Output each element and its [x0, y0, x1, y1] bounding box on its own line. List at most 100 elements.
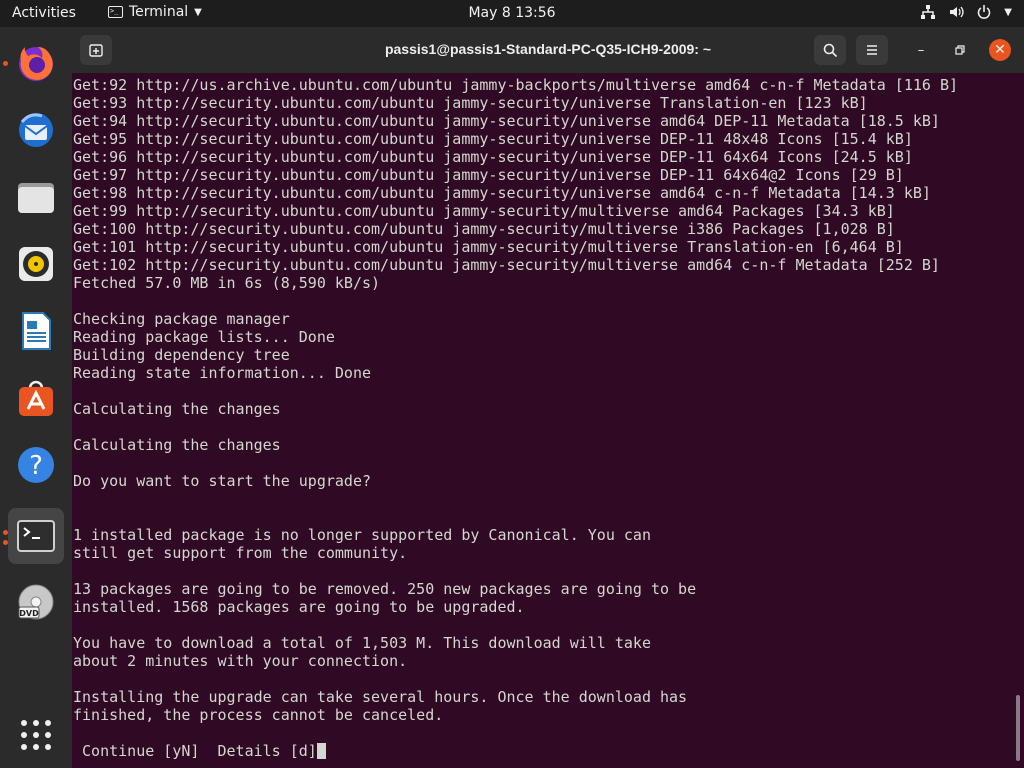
dock-item-writer[interactable] [8, 303, 64, 359]
terminal-line-text: finished, the process cannot be canceled… [73, 706, 444, 724]
terminal-line: Get:99 http://security.ubuntu.com/ubuntu… [73, 202, 1003, 220]
close-icon: ✕ [994, 42, 1006, 58]
svg-text:DVD: DVD [19, 609, 39, 618]
terminal-icon [17, 520, 55, 552]
terminal-line-text: about 2 minutes with your connection. [73, 652, 408, 670]
terminal-line-text: installed. 1568 packages are going to be… [73, 598, 525, 616]
terminal-line-text: Do you want to start the upgrade? [73, 472, 372, 490]
terminal-window: passis1@passis1-Standard-PC-Q35-ICH9-200… [72, 27, 1024, 768]
terminal-line: Building dependency tree [73, 346, 1003, 364]
terminal-line: Get:101 http://security.ubuntu.com/ubunt… [73, 238, 1003, 256]
terminal-line: Get:97 http://security.ubuntu.com/ubuntu… [73, 166, 1003, 184]
clock[interactable]: May 8 13:56 [468, 5, 555, 21]
app-grid-icon [21, 720, 51, 750]
terminal-line-text: 13 packages are going to be removed. 250… [73, 580, 697, 598]
volume-icon [950, 6, 964, 18]
dock: ? DVD [0, 27, 72, 768]
text-cursor [316, 743, 326, 759]
scrollbar[interactable] [1016, 695, 1020, 761]
terminal-line-text: 1 installed package is no longer support… [73, 526, 651, 544]
terminal-line: installed. 1568 packages are going to be… [73, 598, 1003, 616]
terminal-line-text: Installing the upgrade can take several … [73, 688, 688, 706]
power-icon [978, 5, 991, 19]
dock-item-help[interactable]: ? [8, 437, 64, 493]
terminal-line: Continue [yN] Details [d] [73, 742, 1003, 760]
terminal-line: Do you want to start the upgrade? [73, 472, 1003, 490]
minimize-icon: – [917, 42, 925, 58]
terminal-line-text: Get:95 http://security.ubuntu.com/ubuntu… [73, 130, 913, 148]
terminal-line-text: Checking package manager [73, 310, 290, 328]
terminal-line-text: Get:100 http://security.ubuntu.com/ubunt… [73, 220, 895, 238]
terminal-line: Calculating the changes [73, 436, 1003, 454]
rhythmbox-icon [19, 247, 53, 281]
dock-item-dvd[interactable]: DVD [8, 575, 64, 631]
terminal-line: 13 packages are going to be removed. 250… [73, 580, 1003, 598]
restore-icon [955, 45, 965, 55]
menu-button[interactable] [856, 35, 888, 65]
dock-item-ubuntu-software[interactable] [8, 370, 64, 426]
terminal-line-text: Get:101 http://security.ubuntu.com/ubunt… [73, 238, 904, 256]
network-icon [921, 5, 936, 19]
minimize-button[interactable]: – [910, 39, 932, 61]
top-bar: Activities >_ Terminal ▼ May 8 13:56 ▼ [0, 0, 1024, 27]
terminal-line: Get:92 http://us.archive.ubuntu.com/ubun… [73, 76, 1003, 94]
terminal-line: Fetched 57.0 MB in 6s (8,590 kB/s) [73, 274, 1003, 292]
files-icon [18, 183, 54, 213]
title-bar[interactable]: passis1@passis1-Standard-PC-Q35-ICH9-200… [72, 27, 1024, 73]
chevron-down-icon: ▼ [194, 6, 202, 18]
terminal-line-text: still get support from the community. [73, 544, 408, 562]
maximize-button[interactable] [949, 39, 971, 61]
chevron-down-icon: ▼ [1004, 6, 1012, 18]
thunderbird-icon [19, 113, 53, 147]
hamburger-menu-icon [867, 45, 877, 55]
terminal-line-text: Get:96 http://security.ubuntu.com/ubuntu… [73, 148, 913, 166]
terminal-line-text: Get:93 http://security.ubuntu.com/ubuntu… [73, 94, 868, 112]
terminal-line: still get support from the community. [73, 544, 1003, 562]
dock-item-firefox[interactable] [8, 35, 64, 91]
terminal-line: Get:93 http://security.ubuntu.com/ubuntu… [73, 94, 1003, 112]
terminal-line-text: You have to download a total of 1,503 M.… [73, 634, 651, 652]
terminal-line: Get:100 http://security.ubuntu.com/ubunt… [73, 220, 1003, 238]
dock-item-thunderbird[interactable] [8, 102, 64, 158]
terminal-line: Reading package lists... Done [73, 328, 1003, 346]
terminal-line: Checking package manager [73, 310, 1003, 328]
help-icon: ? [18, 447, 54, 483]
terminal-line: finished, the process cannot be canceled… [73, 706, 1003, 724]
terminal-output[interactable]: Get:92 http://us.archive.ubuntu.com/ubun… [73, 76, 1003, 766]
show-applications-button[interactable] [8, 707, 64, 763]
terminal-line-text: Get:99 http://security.ubuntu.com/ubuntu… [73, 202, 895, 220]
close-button[interactable]: ✕ [989, 39, 1011, 61]
search-button[interactable] [814, 35, 846, 65]
terminal-line: Get:98 http://security.ubuntu.com/ubuntu… [73, 184, 1003, 202]
dock-item-terminal[interactable] [8, 508, 64, 564]
terminal-line-text: Calculating the changes [73, 436, 281, 454]
terminal-line: Get:94 http://security.ubuntu.com/ubuntu… [73, 112, 1003, 130]
activities-button[interactable]: Activities [12, 5, 76, 21]
terminal-line-text: Building dependency tree [73, 346, 290, 364]
terminal-line: Reading state information... Done [73, 364, 1003, 382]
terminal-line-text: Get:94 http://security.ubuntu.com/ubuntu… [73, 112, 940, 130]
terminal-line: Get:96 http://security.ubuntu.com/ubuntu… [73, 148, 1003, 166]
system-tray[interactable]: ▼ [920, 4, 1012, 20]
dock-item-rhythmbox[interactable] [8, 236, 64, 292]
software-store-icon [19, 380, 53, 416]
terminal-line-text: Get:102 http://security.ubuntu.com/ubunt… [73, 256, 940, 274]
app-menu-label: Terminal [129, 4, 189, 20]
terminal-line-text: Continue [yN] Details [d] [73, 742, 317, 760]
dock-item-files[interactable] [8, 169, 64, 225]
app-menu[interactable]: >_ Terminal ▼ [108, 4, 202, 20]
terminal-line-text: Get:92 http://us.archive.ubuntu.com/ubun… [73, 76, 959, 94]
terminal-line: 1 installed package is no longer support… [73, 526, 1003, 544]
svg-text:?: ? [29, 451, 43, 481]
dvd-icon: DVD [18, 584, 54, 620]
terminal-line: Calculating the changes [73, 400, 1003, 418]
firefox-icon [19, 47, 53, 81]
